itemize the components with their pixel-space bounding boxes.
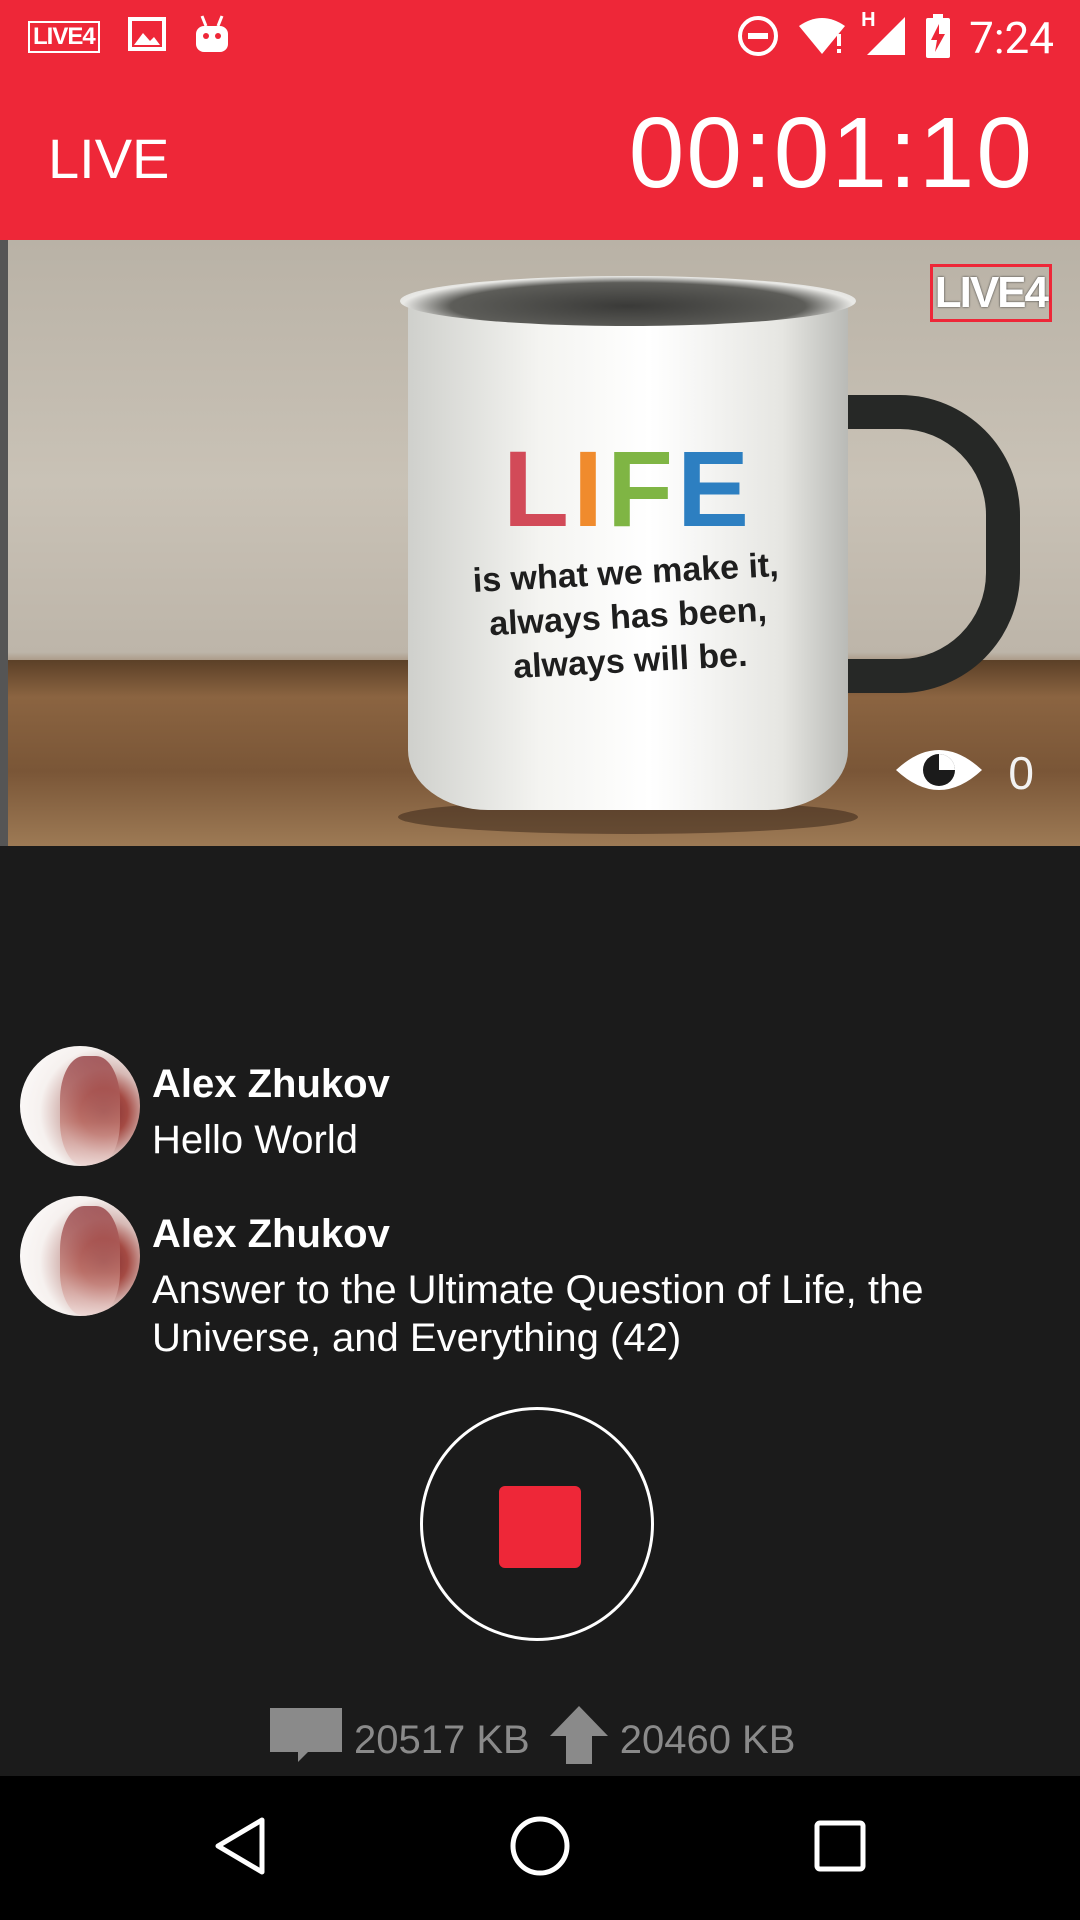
comment-content: Alex Zhukov Hello World — [152, 1060, 1012, 1166]
mug-tagline: is what we make it, always has been, alw… — [435, 541, 821, 693]
transfer-stats: 20517 KB 20460 KB — [268, 1704, 813, 1776]
mug-letter: E — [676, 428, 754, 549]
recents-button[interactable] — [750, 1776, 930, 1920]
message-icon — [268, 1706, 344, 1774]
avatar — [20, 1196, 140, 1316]
sent-size: 20460 KB — [619, 1717, 796, 1762]
upload-arrow-icon — [548, 1704, 610, 1776]
comment-author: Alex Zhukov — [152, 1062, 390, 1106]
viewer-count: 0 — [1008, 746, 1034, 799]
preview-edge — [0, 240, 8, 846]
eye-icon — [894, 740, 984, 805]
battery-charging-icon — [925, 13, 951, 63]
broadcast-timer: 00:01:10 — [628, 97, 1034, 209]
signal-icon: H — [861, 9, 907, 62]
back-triangle-icon — [212, 1816, 268, 1881]
home-circle-icon — [509, 1815, 571, 1882]
comment-item: Alex Zhukov Answer to the Ultimate Quest… — [20, 1196, 1060, 1362]
image-icon — [127, 17, 166, 56]
back-button[interactable] — [150, 1776, 330, 1920]
android-icon — [194, 14, 230, 59]
mug-letter: I — [572, 428, 607, 549]
received-size: 20517 KB — [354, 1717, 530, 1762]
viewer-counter: 0 — [894, 740, 1034, 805]
stop-broadcast-button[interactable] — [420, 1407, 654, 1641]
sent-stat: 20460 KB — [548, 1704, 796, 1776]
notification-icons: LIVE4 — [28, 14, 230, 59]
clock: 7:24 — [969, 12, 1054, 64]
live4-watermark: LIVE4 — [929, 264, 1052, 322]
status-bar: LIVE4 H 7:24 — [0, 0, 1080, 72]
live4-app-icon: LIVE4 — [28, 20, 100, 53]
live-label: LIVE — [48, 127, 170, 190]
camera-preview[interactable]: LIFE is what we make it, always has been… — [8, 240, 1080, 846]
system-status-icons: H 7:24 — [737, 9, 1054, 64]
recents-square-icon — [813, 1819, 867, 1878]
do-not-disturb-icon — [737, 15, 779, 62]
comment-text: Answer to the Ultimate Question of Life,… — [152, 1268, 924, 1360]
home-button[interactable] — [450, 1776, 630, 1920]
received-stat: 20517 KB — [268, 1706, 530, 1774]
mug-print: LIFE is what we make it, always has been… — [438, 435, 818, 687]
comment-text: Hello World — [152, 1118, 358, 1162]
comment-author: Alex Zhukov — [152, 1212, 390, 1256]
stop-icon — [499, 1486, 581, 1568]
network-type-label: H — [861, 8, 876, 31]
comment-item: Alex Zhukov Hello World — [20, 1046, 1060, 1166]
navigation-bar — [0, 1776, 1080, 1920]
mug-letter: L — [502, 428, 573, 549]
mug-word: LIFE — [438, 435, 818, 543]
avatar — [20, 1046, 140, 1166]
comment-content: Alex Zhukov Answer to the Ultimate Quest… — [152, 1210, 1012, 1362]
mug-rim — [400, 276, 856, 326]
wifi-icon — [797, 16, 847, 61]
mug-letter: F — [606, 428, 677, 549]
app-bar: LIVE 00:01:10 — [0, 72, 1080, 240]
